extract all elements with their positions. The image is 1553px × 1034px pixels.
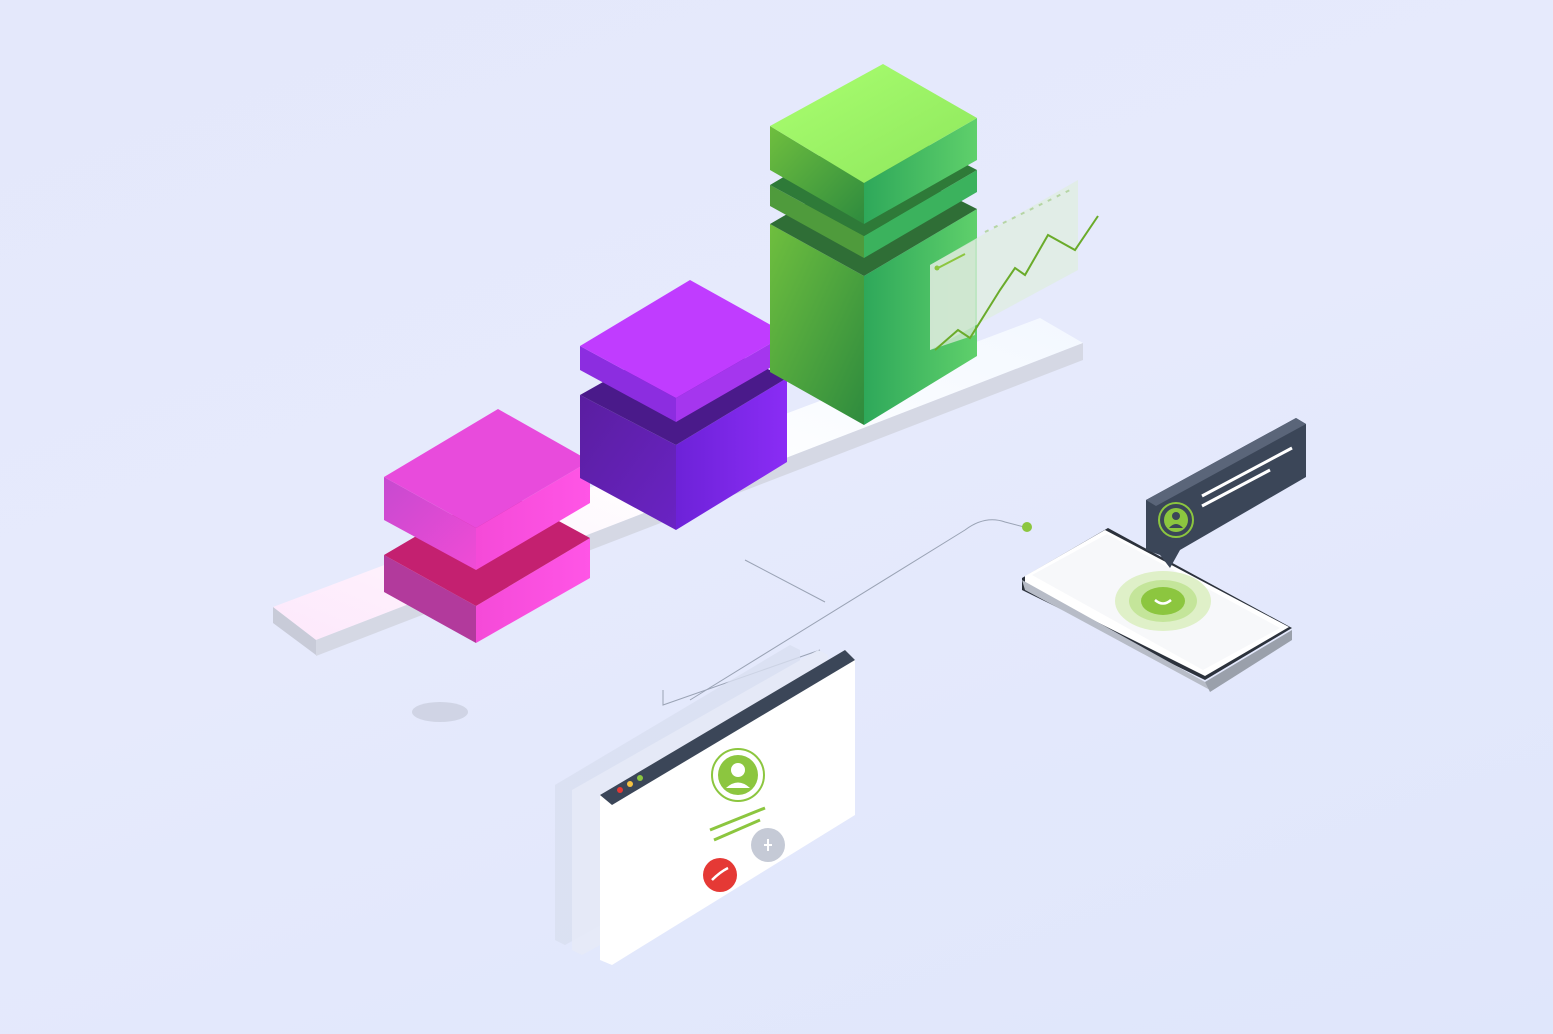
- green-block-stack: [770, 64, 977, 425]
- pink-block-stack: [384, 409, 590, 643]
- connector-node: [1022, 522, 1032, 532]
- purple-block-stack: [580, 280, 787, 530]
- isometric-illustration: [273, 64, 1306, 965]
- user-avatar-icon: [1158, 502, 1194, 538]
- phone-answer-button[interactable]: [1141, 587, 1185, 615]
- decline-call-button[interactable]: [703, 858, 737, 892]
- caller-notification-bubble: [1146, 418, 1306, 568]
- illustration-canvas: [0, 0, 1553, 1034]
- caller-avatar-icon: [711, 748, 765, 802]
- video-call-window: [555, 645, 855, 965]
